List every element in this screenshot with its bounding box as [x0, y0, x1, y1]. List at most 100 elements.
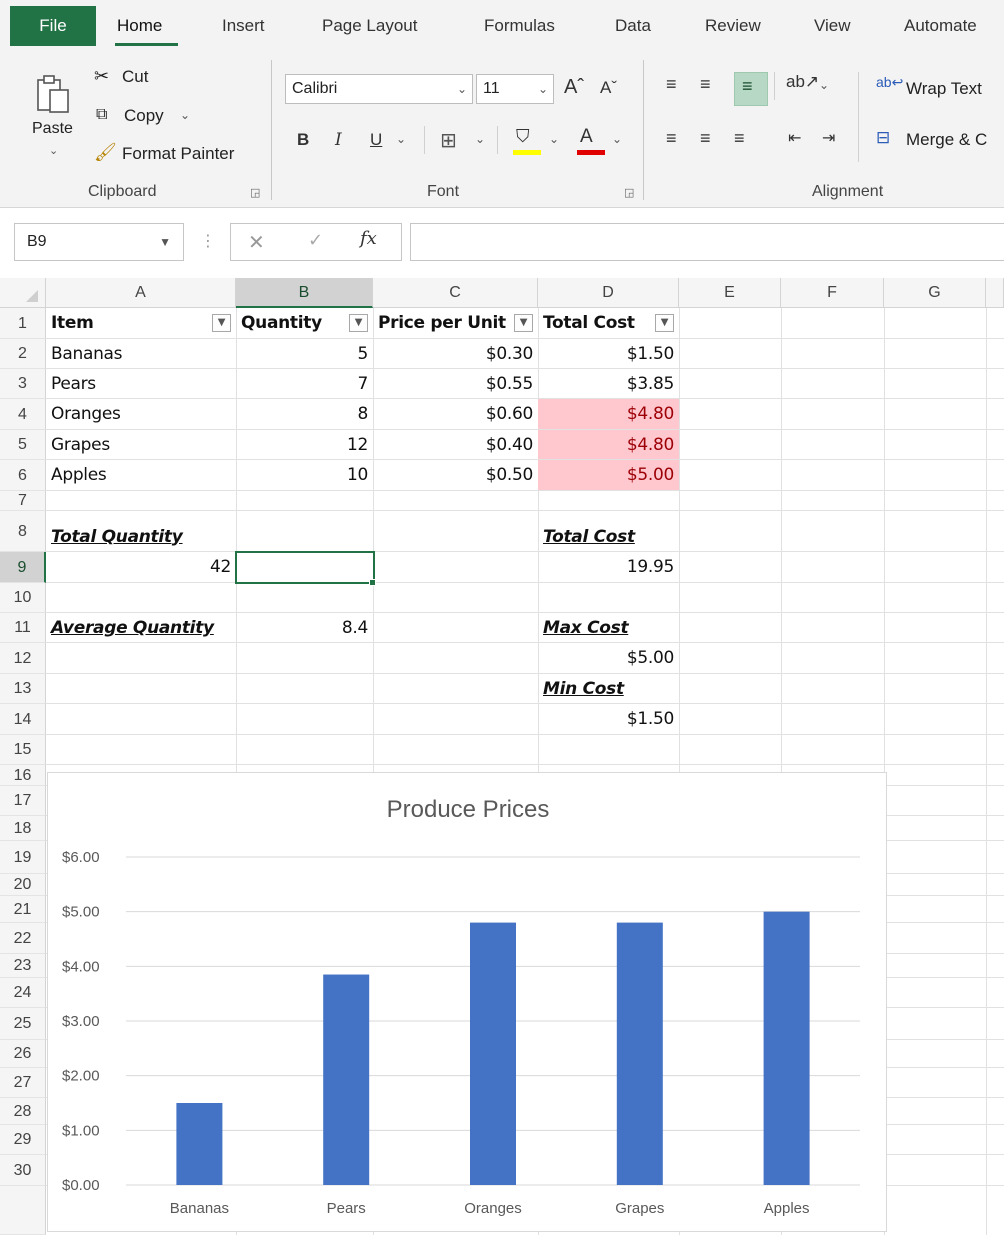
table-cell[interactable]: 12	[236, 430, 374, 460]
row-header[interactable]: 20	[0, 874, 46, 896]
format-painter-button[interactable]: Format Painter	[122, 144, 234, 164]
row-header[interactable]: 27	[0, 1068, 46, 1098]
wrap-text-button[interactable]: Wrap Text	[906, 79, 982, 99]
row-header[interactable]: 24	[0, 978, 46, 1008]
row-header[interactable]: 3	[0, 369, 46, 399]
italic-button[interactable]: I	[335, 130, 342, 150]
row-header[interactable]: 6	[0, 460, 46, 491]
table-cell[interactable]: $0.55	[373, 369, 539, 399]
dialog-launcher-icon[interactable]: ◲	[624, 186, 634, 199]
column-header-f[interactable]: F	[781, 278, 884, 308]
tab-data[interactable]: Data	[615, 16, 651, 36]
table-cell[interactable]: Oranges	[46, 399, 237, 430]
row-header[interactable]: 2	[0, 339, 46, 369]
table-cell[interactable]: 10	[236, 460, 374, 491]
table-cell[interactable]: Bananas	[46, 339, 237, 369]
table-cell[interactable]: Apples	[46, 460, 237, 491]
column-header-d[interactable]: D	[538, 278, 679, 308]
orientation-icon[interactable]: ab↗	[786, 72, 819, 92]
min-cost-label[interactable]: Min Cost	[538, 674, 680, 704]
table-cell[interactable]: 8	[236, 399, 374, 430]
table-cell[interactable]: 5	[236, 339, 374, 369]
select-all-button[interactable]	[0, 278, 46, 308]
table-cell[interactable]: Pears	[46, 369, 237, 399]
font-size-combo[interactable]: 11 ⌄	[476, 74, 554, 104]
fill-handle[interactable]	[369, 579, 376, 586]
tab-formulas[interactable]: Formulas	[484, 16, 555, 36]
row-header[interactable]: 11	[0, 613, 46, 643]
row-header[interactable]: 18	[0, 816, 46, 841]
table-cell[interactable]: 7	[236, 369, 374, 399]
tab-review[interactable]: Review	[705, 16, 761, 36]
align-center-icon[interactable]: ≡	[700, 128, 711, 149]
row-header[interactable]: 15	[0, 735, 46, 765]
chevron-down-icon[interactable]: ⌄	[819, 78, 829, 92]
column-header-c[interactable]: C	[373, 278, 538, 308]
row-header[interactable]: 1	[0, 308, 46, 339]
align-left-icon[interactable]: ≡	[666, 128, 677, 149]
underline-button[interactable]: U	[370, 130, 382, 150]
highlighted-cell[interactable]: $4.80	[538, 430, 680, 460]
filter-dropdown-icon[interactable]: ▼	[212, 314, 231, 332]
font-color-icon[interactable]: A	[580, 126, 593, 148]
header-cell-total-cost[interactable]: Total Cost ▼	[538, 308, 680, 339]
row-header[interactable]: 13	[0, 674, 46, 704]
filter-dropdown-icon[interactable]: ▼	[655, 314, 674, 332]
table-cell[interactable]: $0.60	[373, 399, 539, 430]
align-top-icon[interactable]: ≡	[666, 74, 677, 95]
more-options-icon[interactable]: ⋮	[200, 231, 216, 251]
chevron-down-icon[interactable]: ⌄	[612, 132, 622, 146]
chevron-down-icon[interactable]: ⌄	[475, 132, 485, 146]
row-header[interactable]: 12	[0, 643, 46, 674]
row-header[interactable]: 17	[0, 786, 46, 816]
table-cell[interactable]: $1.50	[538, 339, 680, 369]
align-middle-icon[interactable]: ≡	[700, 74, 711, 95]
row-header[interactable]: 22	[0, 923, 46, 954]
decrease-font-size-icon[interactable]: Aˇ	[600, 78, 617, 98]
chevron-down-icon[interactable]: ⌄	[396, 132, 406, 146]
max-cost-label[interactable]: Max Cost	[538, 613, 680, 643]
total-cost-label[interactable]: Total Cost	[538, 521, 680, 552]
total-quantity-label[interactable]: Total Quantity	[46, 521, 237, 552]
tab-view[interactable]: View	[814, 16, 851, 36]
row-header[interactable]: 16	[0, 765, 46, 786]
row-header[interactable]: 8	[0, 511, 46, 552]
formula-input[interactable]	[410, 223, 1004, 261]
row-header[interactable]: 4	[0, 399, 46, 430]
row-header[interactable]: 30	[0, 1155, 46, 1186]
min-cost-value[interactable]: $1.50	[538, 704, 680, 735]
max-cost-value[interactable]: $5.00	[538, 643, 680, 674]
insert-function-button[interactable]: fx	[360, 228, 377, 249]
row-header[interactable]: 29	[0, 1125, 46, 1155]
row-header-selected[interactable]: 9	[0, 552, 46, 583]
chevron-down-icon[interactable]: ⌄	[549, 132, 559, 146]
table-cell[interactable]: $3.85	[538, 369, 680, 399]
highlighted-cell[interactable]: $4.80	[538, 399, 680, 430]
borders-icon[interactable]: ⊞	[440, 128, 457, 153]
column-header-g[interactable]: G	[884, 278, 986, 308]
filter-dropdown-icon[interactable]: ▼	[514, 314, 533, 332]
total-cost-value[interactable]: 19.95	[538, 552, 680, 583]
row-header[interactable]: 7	[0, 491, 46, 511]
header-cell-item[interactable]: Item ▼	[46, 308, 237, 339]
column-header-h[interactable]	[986, 278, 1004, 308]
row-header[interactable]: 14	[0, 704, 46, 735]
tab-home[interactable]: Home	[117, 16, 162, 36]
enter-icon[interactable]: ✓	[308, 230, 323, 251]
tab-file[interactable]: File	[10, 6, 96, 46]
fill-color-icon[interactable]: ⛉	[516, 126, 530, 147]
copy-button[interactable]: Copy	[124, 106, 164, 126]
average-quantity-value[interactable]: 8.4	[236, 613, 374, 643]
row-header[interactable]: 25	[0, 1008, 46, 1040]
increase-font-size-icon[interactable]: Aˆ	[564, 76, 584, 99]
bold-button[interactable]: B	[297, 130, 309, 150]
table-cell[interactable]: $0.50	[373, 460, 539, 491]
table-cell[interactable]: Grapes	[46, 430, 237, 460]
active-cell-b9[interactable]	[235, 551, 375, 584]
table-cell[interactable]: $0.30	[373, 339, 539, 369]
tab-page-layout[interactable]: Page Layout	[322, 16, 417, 36]
table-cell[interactable]: $0.40	[373, 430, 539, 460]
row-header[interactable]: 19	[0, 841, 46, 874]
decrease-indent-icon[interactable]: ⇤	[788, 128, 801, 148]
row-header[interactable]: 28	[0, 1098, 46, 1125]
